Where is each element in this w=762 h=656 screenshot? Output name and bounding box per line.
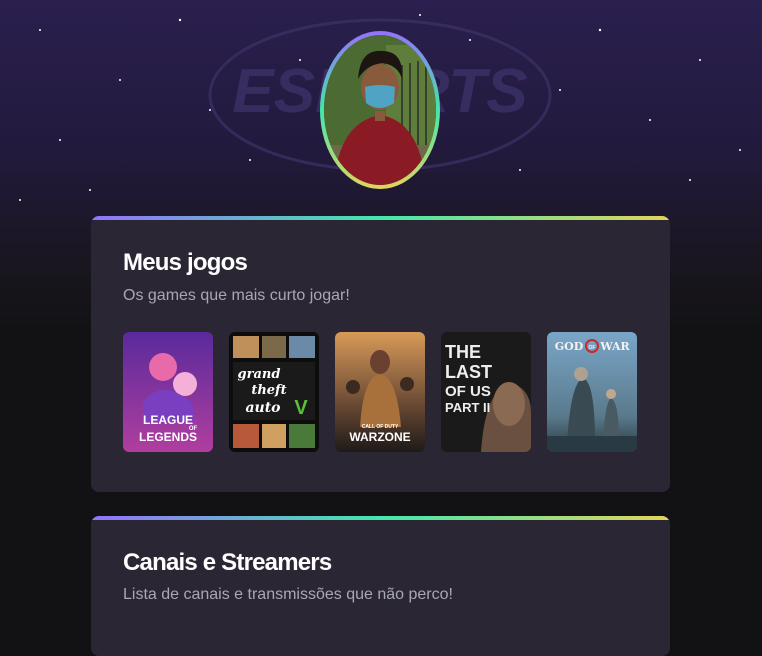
- games-list: LEAGUE OF LEGENDS grand theft auto V CAL…: [123, 332, 639, 452]
- game-cover-gta-v[interactable]: grand theft auto V: [229, 332, 319, 452]
- svg-text:PART II: PART II: [445, 400, 490, 415]
- svg-text:LEAGUE: LEAGUE: [143, 413, 193, 427]
- svg-text:theft: theft: [251, 383, 286, 398]
- games-card: Meus jogos Os games que mais curto jogar…: [91, 216, 670, 492]
- svg-text:auto: auto: [245, 400, 280, 416]
- games-title: Meus jogos: [123, 249, 248, 276]
- svg-text:OF US: OF US: [445, 383, 491, 400]
- channels-subtitle: Lista de canais e transmissões que não p…: [123, 586, 453, 603]
- game-cover-warzone[interactable]: CALL OF DUTY WARZONE: [335, 332, 425, 452]
- svg-text:LEGENDS: LEGENDS: [139, 430, 197, 444]
- svg-text:GOD: GOD: [555, 340, 584, 353]
- svg-text:WAR: WAR: [599, 340, 630, 353]
- channels-card: Canais e Streamers Lista de canais e tra…: [91, 516, 670, 656]
- svg-text:grand: grand: [238, 367, 281, 382]
- channels-title: Canais e Streamers: [123, 549, 332, 576]
- user-avatar-icon: [324, 35, 436, 185]
- svg-text:THE: THE: [445, 342, 481, 362]
- game-cover-the-last-of-us-part-2[interactable]: THE LAST OF US PART II: [441, 332, 531, 452]
- games-subtitle: Os games que mais curto jogar!: [123, 287, 350, 304]
- svg-text:LAST: LAST: [445, 362, 492, 382]
- avatar: [324, 35, 436, 185]
- avatar-ring: [320, 31, 440, 189]
- game-cover-god-of-war[interactable]: GOD OF WAR: [547, 332, 637, 452]
- svg-text:WARZONE: WARZONE: [349, 430, 410, 444]
- game-cover-league-of-legends[interactable]: LEAGUE OF LEGENDS: [123, 332, 213, 452]
- svg-text:OF: OF: [589, 345, 596, 351]
- svg-text:V: V: [294, 397, 308, 419]
